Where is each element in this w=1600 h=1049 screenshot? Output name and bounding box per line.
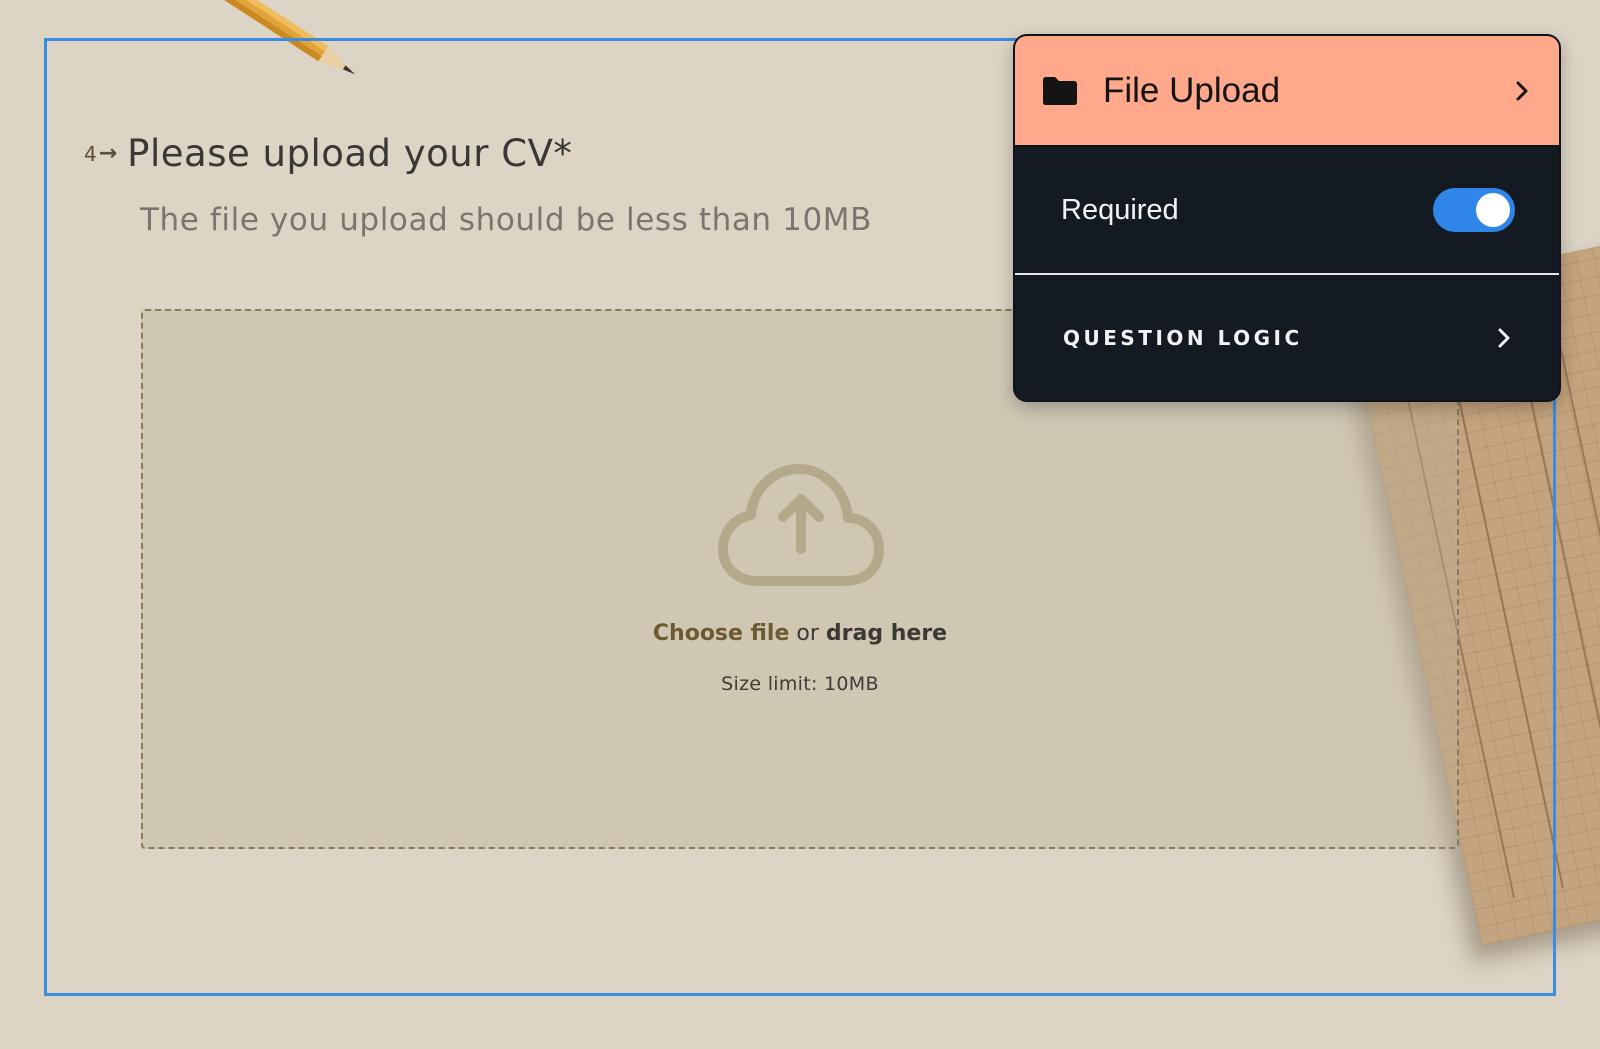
- question-description[interactable]: The file you upload should be less than …: [140, 202, 872, 238]
- chevron-right-icon: [1498, 328, 1510, 347]
- question-settings-panel: File Upload Required QUESTION LOGIC: [1013, 34, 1561, 402]
- size-limit-text: Size limit: 10MB: [721, 673, 879, 695]
- required-setting-row: Required: [1015, 147, 1559, 275]
- arrow-right-icon: →: [98, 141, 118, 166]
- folder-icon: [1043, 76, 1077, 105]
- upload-instructions: Choose file or drag here: [143, 621, 1457, 646]
- question-title[interactable]: Please upload your CV*: [127, 132, 572, 175]
- toggle-knob: [1476, 193, 1510, 227]
- cloud-upload-icon: [718, 464, 884, 586]
- question-number-value: 4: [84, 141, 97, 166]
- drag-here-text: drag here: [825, 621, 948, 646]
- form-editor-canvas: 4 → Please upload your CV* The file you …: [0, 0, 1600, 1049]
- question-header: 4 → Please upload your CV*: [84, 132, 572, 175]
- question-type-selector[interactable]: File Upload: [1015, 36, 1559, 147]
- question-logic-label: QUESTION LOGIC: [1063, 325, 1303, 350]
- chevron-right-icon: [1516, 81, 1528, 100]
- required-label: Required: [1061, 193, 1179, 226]
- question-logic-row[interactable]: QUESTION LOGIC: [1015, 275, 1559, 400]
- required-toggle[interactable]: [1433, 188, 1515, 232]
- choose-file-link[interactable]: Choose file: [653, 621, 789, 646]
- question-type-label: File Upload: [1103, 70, 1281, 110]
- question-number: 4 →: [84, 141, 117, 166]
- or-text: or: [796, 621, 819, 646]
